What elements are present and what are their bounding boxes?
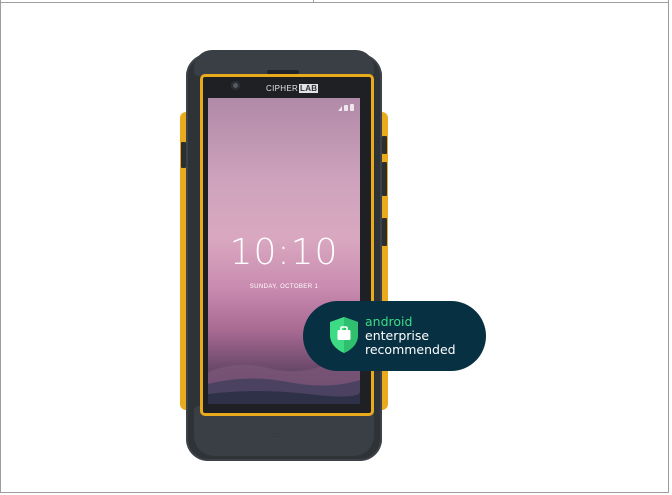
volume-button — [382, 162, 387, 196]
brand-logo-box: LAB — [299, 84, 319, 93]
brand-logo: CIPHER LAB — [266, 84, 319, 93]
wifi-icon — [344, 105, 348, 111]
battery-icon — [350, 104, 354, 111]
product-phone-image: ::: CIPHER LAB 10:10 SUNDAY, OCTOBER 1 — [180, 50, 388, 465]
badge-line-recommended: recommended — [365, 342, 456, 357]
badge-text: android enterprise recommended — [365, 315, 456, 357]
frame-top-border — [0, 2, 669, 3]
status-bar-icons — [338, 104, 354, 111]
microphone-grill: ::: — [272, 432, 282, 439]
power-button — [382, 136, 387, 154]
badge-line-android: android — [365, 314, 413, 329]
badge-line-enterprise: enterprise — [365, 328, 430, 343]
scan-button — [382, 218, 387, 246]
frame-divider — [313, 0, 314, 3]
earpiece-speaker — [267, 70, 299, 74]
android-enterprise-badge: android enterprise recommended — [303, 301, 486, 371]
lock-screen-time: 10:10 — [229, 232, 339, 273]
lock-screen-date: SUNDAY, OCTOBER 1 — [249, 284, 319, 290]
brand-logo-text: CIPHER — [266, 84, 299, 93]
signal-icon — [338, 106, 342, 111]
front-camera-icon — [231, 81, 240, 90]
shield-briefcase-icon — [330, 317, 358, 353]
